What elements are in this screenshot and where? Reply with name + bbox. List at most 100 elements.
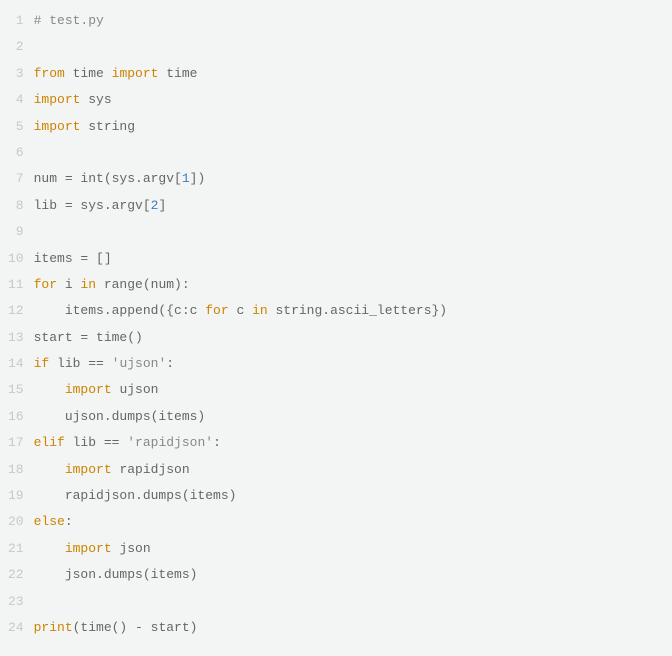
code-token: in — [80, 277, 96, 292]
code-token: ]) — [190, 171, 206, 186]
code-token: time — [65, 66, 112, 81]
code-token: 'rapidjson' — [127, 435, 213, 450]
code-line: if lib == 'ujson': — [34, 351, 664, 377]
code-line: rapidjson.dumps(items) — [34, 483, 664, 509]
line-number: 18 — [8, 457, 24, 483]
code-token: : — [213, 435, 221, 450]
code-token — [34, 382, 65, 397]
line-number: 13 — [8, 325, 24, 351]
code-token: c — [229, 303, 252, 318]
code-line: items = [] — [34, 246, 664, 272]
line-number: 23 — [8, 589, 24, 615]
line-number: 3 — [8, 61, 24, 87]
code-token: ] — [158, 198, 166, 213]
line-number: 9 — [8, 219, 24, 245]
code-line: import string — [34, 114, 664, 140]
code-token: : — [166, 356, 174, 371]
code-token — [34, 462, 65, 477]
line-number: 14 — [8, 351, 24, 377]
code-line: import ujson — [34, 377, 664, 403]
line-number: 22 — [8, 562, 24, 588]
code-token: string.ascii_letters}) — [268, 303, 447, 318]
code-line: lib = sys.argv[2] — [34, 193, 664, 219]
code-token: import — [34, 92, 81, 107]
code-line: for i in range(num): — [34, 272, 664, 298]
code-token: import — [112, 66, 159, 81]
code-line: # test.py — [34, 8, 664, 34]
code-line: ujson.dumps(items) — [34, 404, 664, 430]
code-token: items.append({c:c — [34, 303, 206, 318]
code-token: import — [34, 119, 81, 134]
line-number: 21 — [8, 536, 24, 562]
line-number: 7 — [8, 166, 24, 192]
code-token: else — [34, 514, 65, 529]
line-number: 16 — [8, 404, 24, 430]
code-line: print(time() - start) — [34, 615, 664, 641]
line-number: 6 — [8, 140, 24, 166]
code-line: else: — [34, 509, 664, 535]
code-line — [34, 219, 664, 245]
code-line: start = time() — [34, 325, 664, 351]
line-number: 10 — [8, 246, 24, 272]
code-token — [34, 541, 65, 556]
code-token: json — [112, 541, 151, 556]
code-token: for — [205, 303, 228, 318]
line-number: 4 — [8, 87, 24, 113]
line-number: 12 — [8, 298, 24, 324]
code-token: from — [34, 66, 65, 81]
code-token: num = int(sys.argv[ — [34, 171, 182, 186]
code-token: (time() - start) — [73, 620, 198, 635]
line-number: 8 — [8, 193, 24, 219]
code-line: import json — [34, 536, 664, 562]
line-number: 15 — [8, 377, 24, 403]
code-token: time — [158, 66, 197, 81]
line-number: 2 — [8, 34, 24, 60]
code-line: import rapidjson — [34, 457, 664, 483]
code-token: import — [65, 541, 112, 556]
code-line: items.append({c:c for c in string.ascii_… — [34, 298, 664, 324]
code-token: if — [34, 356, 50, 371]
code-line: num = int(sys.argv[1]) — [34, 166, 664, 192]
code-line — [34, 34, 664, 60]
code-line — [34, 589, 664, 615]
code-content: # test.pyfrom time import timeimport sys… — [34, 8, 664, 641]
code-token: ujson.dumps(items) — [34, 409, 206, 424]
code-token: lib = sys.argv[ — [34, 198, 151, 213]
code-line: elif lib == 'rapidjson': — [34, 430, 664, 456]
code-token: items = [] — [34, 251, 112, 266]
code-token: json.dumps(items) — [34, 567, 198, 582]
code-line: import sys — [34, 87, 664, 113]
code-token: i — [57, 277, 80, 292]
line-number: 20 — [8, 509, 24, 535]
code-line: json.dumps(items) — [34, 562, 664, 588]
code-token: : — [65, 514, 73, 529]
code-token: rapidjson.dumps(items) — [34, 488, 237, 503]
code-line: from time import time — [34, 61, 664, 87]
code-token: 'ujson' — [112, 356, 167, 371]
code-token: import — [65, 382, 112, 397]
code-block: 123456789101112131415161718192021222324 … — [8, 8, 664, 641]
line-number: 19 — [8, 483, 24, 509]
code-token: lib == — [49, 356, 111, 371]
code-token: sys — [80, 92, 111, 107]
line-number: 11 — [8, 272, 24, 298]
code-token: print — [34, 620, 73, 635]
code-token: import — [65, 462, 112, 477]
line-number: 17 — [8, 430, 24, 456]
code-token: in — [252, 303, 268, 318]
code-token: rapidjson — [112, 462, 190, 477]
code-line — [34, 140, 664, 166]
code-token: range(num): — [96, 277, 190, 292]
line-number: 24 — [8, 615, 24, 641]
code-token: ujson — [112, 382, 159, 397]
line-numbers-gutter: 123456789101112131415161718192021222324 — [8, 8, 34, 641]
line-number: 1 — [8, 8, 24, 34]
code-token: # test.py — [34, 13, 104, 28]
code-token: for — [34, 277, 57, 292]
code-token: elif — [34, 435, 65, 450]
line-number: 5 — [8, 114, 24, 140]
code-token: string — [80, 119, 135, 134]
code-token: lib == — [65, 435, 127, 450]
code-token: 1 — [182, 171, 190, 186]
code-token: start = time() — [34, 330, 143, 345]
